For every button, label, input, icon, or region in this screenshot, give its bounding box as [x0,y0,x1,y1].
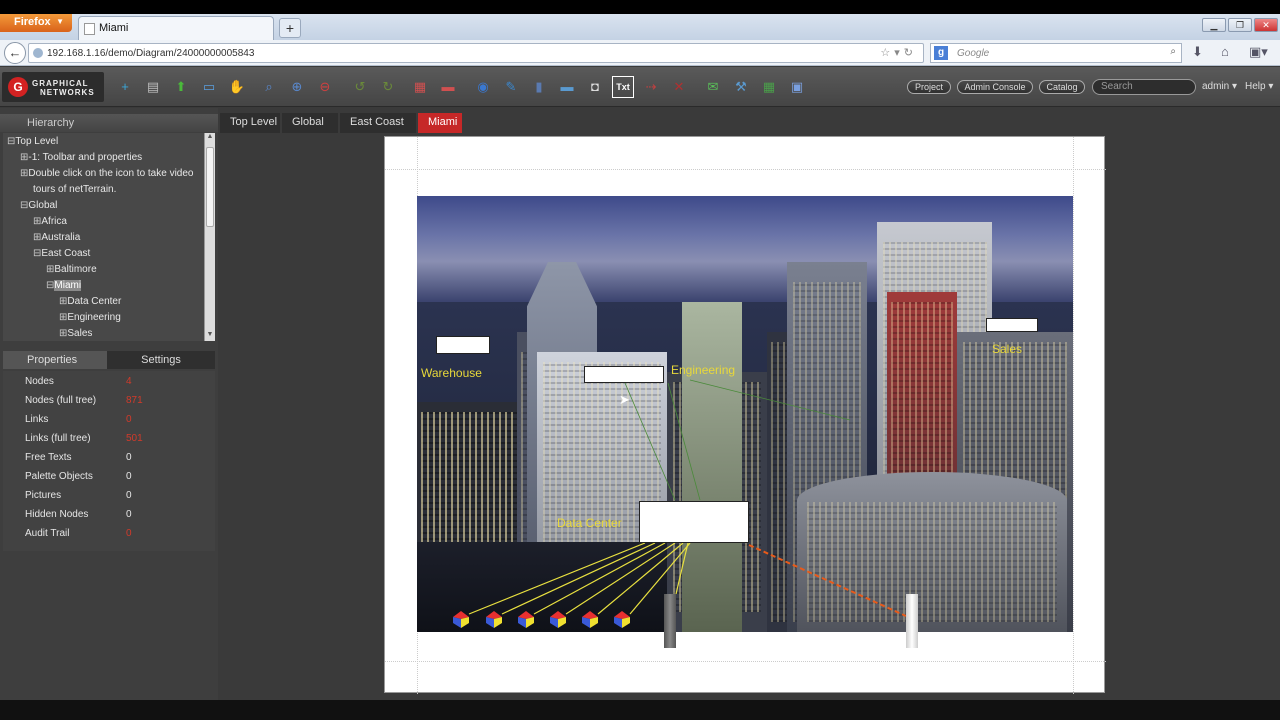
network-device[interactable] [580,609,600,629]
network-device[interactable] [451,609,471,629]
network-device[interactable] [484,609,504,629]
link-line[interactable] [565,542,676,615]
link-line[interactable] [533,542,666,615]
app-window: Firefox ▼ Miami + ▁ ❐ ✕ ← 192.168.1.16/de… [0,0,1280,720]
device-icon [486,611,502,628]
network-device[interactable] [612,609,632,629]
network-device[interactable] [516,609,536,629]
label-engineering: Engineering [671,363,736,377]
dashed-link-line[interactable] [748,544,907,617]
device-icon [518,611,534,628]
device-icon [453,611,469,628]
mouse-cursor-icon: ➤ [619,392,630,407]
label-sales: Sales [992,342,1023,356]
label-data-center: Data Center [557,516,622,530]
network-device[interactable] [548,609,568,629]
node-engineering[interactable] [584,366,664,383]
node-data-center[interactable] [639,501,749,543]
device-icon [550,611,566,628]
link-line[interactable] [675,542,689,595]
rack-device[interactable] [664,594,676,648]
label-warehouse: Warehouse [421,366,482,380]
device-icon [582,611,598,628]
screen-bottom-bar [0,700,1280,720]
server-device[interactable] [906,594,918,648]
node-warehouse[interactable] [436,336,490,354]
diagram-links [468,379,907,617]
device-icon [614,611,630,628]
link-line[interactable] [501,542,656,615]
link-line[interactable] [689,379,851,421]
link-line[interactable] [629,542,691,615]
link-line[interactable] [667,382,701,501]
node-sales[interactable] [986,318,1038,332]
link-line[interactable] [468,542,646,615]
link-line[interactable] [624,382,676,501]
